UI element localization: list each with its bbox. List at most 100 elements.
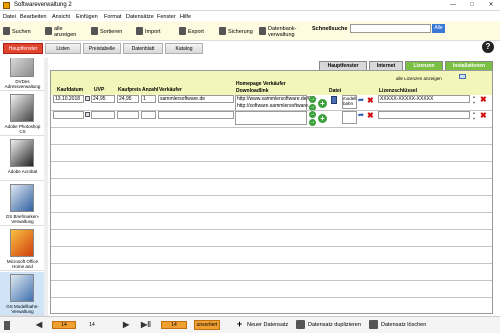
menu-datensaetze[interactable]: Datensätze (126, 14, 154, 20)
sidebar-item-label: Microsoft Office Home and (6, 259, 39, 269)
show-all-licenses-link[interactable]: alle Lizenzen anzeigen (396, 76, 442, 81)
col-datei: Datei (329, 88, 342, 94)
subtab-hauptfenster[interactable]: Hauptfenster (319, 61, 367, 70)
subtab-internet[interactable]: Internet (369, 61, 403, 70)
sidebar-scrollbar[interactable] (44, 58, 48, 316)
show-all-button[interactable]: alle anzeigen (45, 24, 77, 39)
grid-icon[interactable] (459, 74, 466, 79)
sidebar-item[interactable]: GS Briefmarken-Verwaltung (0, 182, 44, 226)
menu-hilfe[interactable]: Hilfe (180, 14, 191, 20)
duplicate-icon (296, 320, 305, 329)
sort-state-badge[interactable]: unsortiert (194, 320, 220, 330)
sidebar-item-label: DVDes Adressverwaltung (4, 79, 41, 89)
homepage-field[interactable] (235, 111, 307, 125)
col-homepage: Homepage Verkäufer (236, 81, 286, 87)
menu-bearbeiten[interactable]: Bearbeiten (20, 14, 47, 20)
sidebar-item-selected[interactable]: GS Modellbahn-Verwaltung (0, 272, 44, 316)
menu-einfuegen[interactable]: Einfügen (76, 14, 98, 20)
row-scroll-up-icon[interactable]: ▲ (472, 94, 476, 99)
backup-label: Sicherung (228, 29, 253, 35)
cover-image (10, 184, 34, 212)
found-count: 14 (161, 321, 187, 329)
delete-row-icon[interactable]: ✖ (480, 112, 487, 120)
row-divider (51, 246, 492, 247)
anzahl-field[interactable] (141, 111, 156, 119)
open-file-icon[interactable]: ➦ (358, 97, 364, 105)
delete-file-icon[interactable]: ✖ (367, 97, 374, 105)
sort-button[interactable]: Sortieren (91, 24, 131, 39)
window-title: Softwareverwaltung 2 (14, 2, 72, 8)
backup-icon (219, 27, 226, 35)
export-label: Export (188, 29, 204, 35)
datei-field[interactable] (342, 111, 357, 124)
tab-hauptfenster[interactable]: Hauptfenster (3, 43, 43, 54)
uvp-field[interactable] (91, 111, 115, 119)
export-button[interactable]: Export (179, 24, 214, 39)
row-divider (51, 212, 492, 213)
database-icon (259, 27, 266, 35)
col-uvp: UVP (94, 87, 105, 93)
menu-datei[interactable]: Datei (3, 14, 16, 20)
cover-image (10, 139, 34, 167)
open-link-icon[interactable]: → (309, 119, 316, 126)
sidebar-item[interactable]: Adobe Photoshop CS (0, 92, 44, 136)
kaufdatum-value: 13.10.2018 (55, 96, 81, 102)
subtab-lizenzen[interactable]: Lizenzen (405, 61, 443, 70)
add-file-icon[interactable]: + (318, 99, 327, 108)
last-record-icon[interactable]: ▶‖ (141, 321, 151, 329)
open-link-icon[interactable]: → (309, 111, 316, 118)
open-link-icon[interactable]: → (309, 96, 316, 103)
sidebar-item[interactable]: Microsoft Office Home and (0, 227, 44, 271)
first-record-icon[interactable] (4, 321, 10, 330)
record-number-field[interactable]: 14 (52, 321, 76, 329)
maximize-button[interactable]: □ (463, 0, 481, 11)
menu-ansicht[interactable]: Ansicht (52, 14, 70, 20)
sort-label: Sortieren (100, 29, 123, 35)
menu-format[interactable]: Format (104, 14, 121, 20)
quick-search-input[interactable] (350, 24, 431, 33)
kaufdatum-field[interactable] (53, 111, 84, 119)
kaufpreis-field[interactable] (117, 111, 139, 119)
lizenz-field[interactable] (378, 111, 470, 119)
next-record-icon[interactable]: ▶ (123, 321, 129, 329)
row-divider (51, 127, 492, 128)
datei-value: modell bahn (343, 96, 357, 106)
tab-katalog[interactable]: Katalog (165, 43, 203, 54)
sidebar-item-label: Adobe Acrobat (7, 169, 38, 174)
sidebar-item[interactable]: Adobe Acrobat (0, 137, 44, 181)
add-file-icon[interactable]: + (318, 114, 327, 123)
database-admin-button[interactable]: Datenbank-verwaltung (259, 24, 301, 39)
subtab-installationen[interactable]: Installationen (445, 61, 493, 70)
tab-datenblatt[interactable]: Datenblatt (123, 43, 163, 54)
calendar-icon[interactable] (85, 96, 90, 101)
delete-file-icon[interactable]: ✖ (367, 112, 374, 120)
import-button[interactable]: Import (136, 24, 171, 39)
help-icon[interactable]: ? (482, 41, 494, 53)
col-anzahl: Anzahl (142, 87, 159, 93)
menu-fenster[interactable]: Fenster (157, 14, 176, 20)
license-panel: alle Lizenzen anzeigen Kaufdatum UVP Kau… (50, 70, 493, 314)
delete-row-icon[interactable]: ✖ (480, 96, 487, 104)
sidebar-item[interactable]: DVDes Adressverwaltung (0, 58, 44, 91)
lizenz-value: XXXXX-XXXXX-XXXXX (380, 96, 434, 102)
col-kaufdatum: Kaufdatum (57, 87, 84, 93)
tab-preistabelle[interactable]: Preistabelle (83, 43, 121, 54)
search-button[interactable]: Suchen (3, 24, 39, 39)
tab-listen[interactable]: Listen (45, 43, 81, 54)
minimize-button[interactable]: — (444, 0, 462, 11)
backup-button[interactable]: Sicherung (219, 24, 257, 39)
row-scroll-down-icon[interactable]: ▼ (472, 100, 476, 105)
show-all-label: alle anzeigen (54, 26, 77, 38)
calendar-icon[interactable] (85, 112, 90, 117)
verkaeufer-field[interactable] (158, 111, 234, 119)
row-divider (51, 110, 492, 111)
open-file-icon[interactable]: ➦ (358, 112, 364, 120)
delete-record-label: Datensatz löschen (381, 322, 427, 328)
cover-image (10, 274, 34, 302)
prev-record-icon[interactable]: ◀ (36, 321, 42, 329)
downloadlink-value: http://software.sammlersoftware. (237, 103, 310, 109)
row-scroll-down-icon[interactable]: ▼ (472, 116, 476, 121)
quick-search-go-button[interactable]: Alle (432, 24, 445, 33)
search-icon (3, 27, 10, 35)
close-button[interactable]: ✕ (482, 0, 500, 11)
